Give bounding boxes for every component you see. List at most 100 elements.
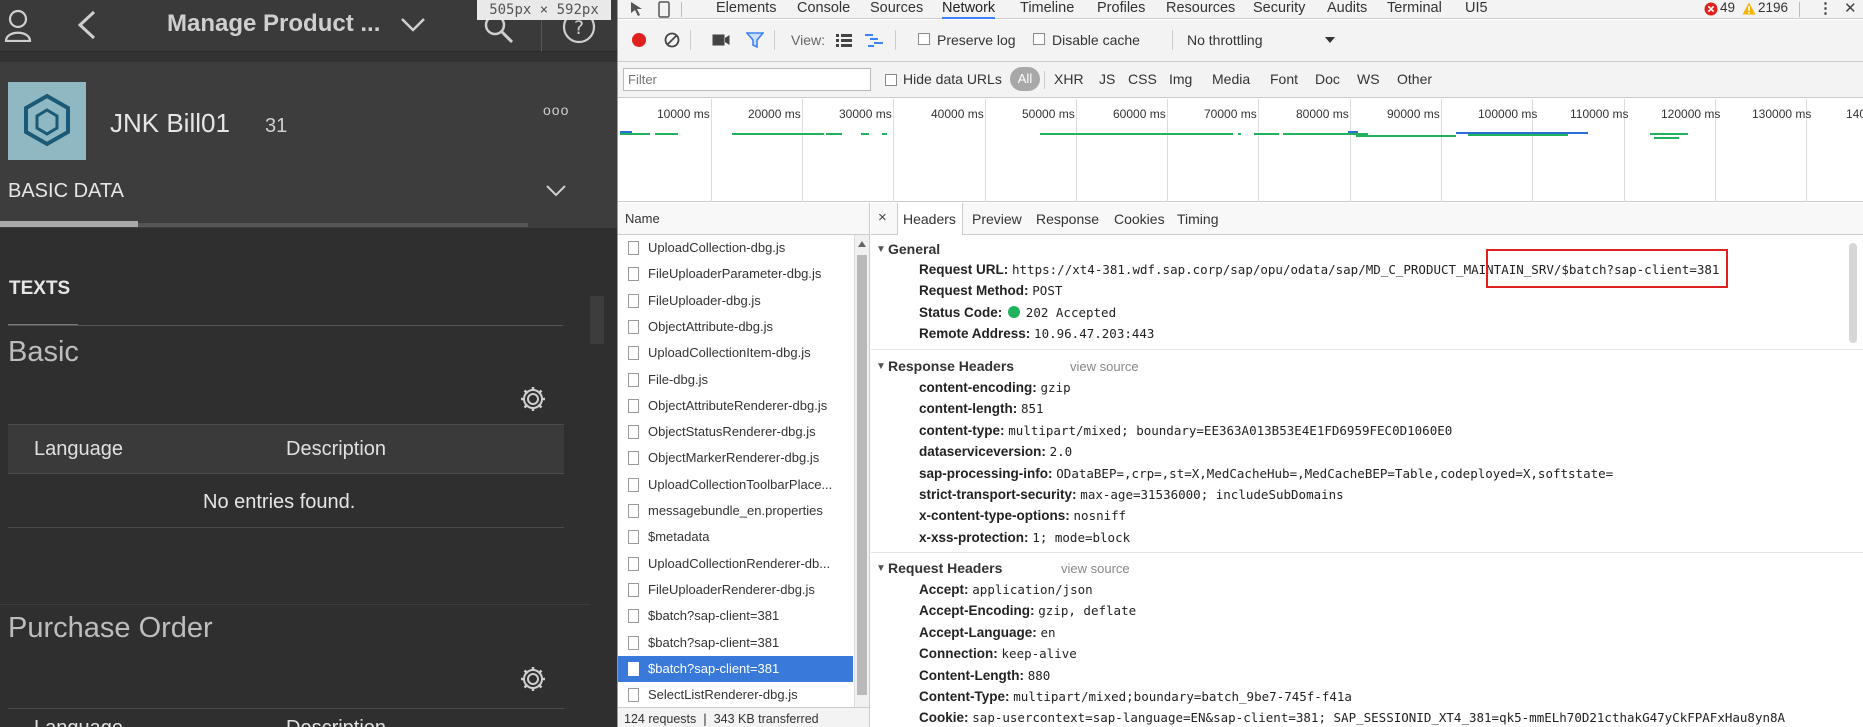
network-overview-timeline[interactable]: 10000 ms 20000 ms 30000 ms 40000 ms 5000… [618,99,1863,202]
request-row[interactable]: FileUploaderParameter-dbg.js [618,261,853,287]
filter-type-img[interactable]: Img [1169,71,1192,87]
request-row[interactable]: UploadCollectionRenderer-db... [618,551,853,577]
detail-scrollbar-thumb[interactable] [1849,243,1857,343]
filter-input[interactable] [623,68,871,91]
tab-resources[interactable]: Resources [1166,0,1235,19]
disable-cache-checkbox[interactable] [1033,33,1045,45]
scrollbar-thumb[interactable] [857,255,867,695]
chevron-down-icon[interactable] [546,185,566,197]
filter-type-all[interactable]: All [1010,67,1040,91]
tab-terminal[interactable]: Terminal [1387,0,1442,19]
large-rows-icon[interactable] [836,33,852,47]
scrollbar-thumb[interactable] [590,296,604,344]
file-icon [628,504,639,518]
request-row[interactable]: FileUploader-dbg.js [618,288,853,314]
section-tab-basic-data[interactable]: BASIC DATA [8,180,124,203]
clear-icon[interactable] [664,32,680,48]
detail-tab-cookies[interactable]: Cookies [1114,211,1165,227]
detail-tab-preview[interactable]: Preview [972,211,1022,227]
filter-type-media[interactable]: Media [1212,71,1250,87]
error-count[interactable]: 49 [1720,0,1735,15]
request-row[interactable]: $metadata [618,524,853,550]
close-icon[interactable]: ✕ [1844,0,1857,17]
filter-type-js[interactable]: JS [1099,71,1115,87]
timeline-tick: 70000 ms [1204,107,1257,121]
tab-console[interactable]: Console [797,0,850,19]
file-icon [628,319,639,334]
request-headers-title[interactable]: Request Headers [888,560,1002,576]
header-value: multipart/mixed; boundary=EE363A013B53E4… [1008,423,1453,438]
dropdown-arrow-icon[interactable] [1324,36,1336,44]
request-row[interactable]: messagebundle_en.properties [618,498,853,524]
request-row[interactable]: UploadCollectionToolbarPlace... [618,472,853,498]
tab-network[interactable]: Network [942,0,996,19]
scroll-up-icon[interactable] [858,241,866,247]
timeline-tick: 120000 ms [1661,107,1721,121]
waterfall-icon[interactable] [865,33,885,47]
response-headers-title[interactable]: Response Headers [888,358,1014,374]
chevron-down-icon[interactable] [400,17,426,33]
fiori-app: Manage Product ... ? 505px × 592px JNK B… [0,0,617,727]
filter-type-css[interactable]: CSS [1128,71,1157,87]
response-view-source-link[interactable]: view source [1070,359,1139,374]
more-icon[interactable]: ooo [543,102,569,118]
file-icon [628,530,639,545]
subsection-tab-texts[interactable]: TEXTS [9,278,70,300]
record-icon[interactable] [631,32,647,48]
filter-type-doc[interactable]: Doc [1315,71,1340,87]
warning-count[interactable]: 2196 [1758,0,1788,15]
header-value: en [1040,625,1056,640]
expand-triangle-icon[interactable]: ▼ [876,244,886,255]
request-row[interactable]: ObjectMarkerRenderer-dbg.js [618,445,853,471]
settings-icon[interactable] [520,666,546,692]
expand-triangle-icon[interactable]: ▼ [876,361,886,372]
capture-screenshots-icon[interactable] [712,33,730,47]
filter-type-xhr[interactable]: XHR [1054,71,1084,87]
request-row[interactable]: $batch?sap-client=381 [618,630,853,656]
tab-divider [1799,2,1800,17]
filter-type-other[interactable]: Other [1397,71,1432,87]
tab-profiles[interactable]: Profiles [1097,0,1145,19]
hide-data-urls-checkbox[interactable] [885,74,897,86]
filter-icon[interactable] [746,32,764,49]
detail-tab-headers[interactable]: Headers [903,211,956,227]
request-view-source-link[interactable]: view source [1061,561,1130,576]
request-row[interactable]: ObjectStatusRenderer-dbg.js [618,419,853,445]
tab-timeline[interactable]: Timeline [1020,0,1074,19]
preserve-log-checkbox[interactable] [918,33,930,45]
svg-text:?: ? [574,17,584,39]
more-options-icon[interactable]: ⋮ [1818,0,1833,17]
column-name[interactable]: Name [625,211,660,226]
column-description: Description [286,438,387,460]
tab-sources[interactable]: Sources [870,0,923,19]
request-row[interactable]: UploadCollectionItem-dbg.js [618,340,853,366]
tab-audits[interactable]: Audits [1327,0,1367,19]
request-row[interactable]: $batch?sap-client=381 [618,655,853,682]
tab-ui5[interactable]: UI5 [1465,0,1488,19]
close-detail-icon[interactable]: × [878,209,887,226]
request-row[interactable]: ObjectAttributeRenderer-dbg.js [618,393,853,419]
request-list-scrollbar[interactable] [854,235,869,707]
request-row[interactable]: $batch?sap-client=381 [618,603,853,629]
inspect-icon[interactable] [630,1,648,18]
settings-icon[interactable] [520,386,546,412]
request-row[interactable]: ObjectAttribute-dbg.js [618,314,853,340]
tab-elements[interactable]: Elements [716,0,776,19]
general-section-title[interactable]: General [888,241,940,257]
throttling-select[interactable]: No throttling [1171,32,1341,48]
expand-triangle-icon[interactable]: ▼ [876,563,886,574]
detail-tab-response[interactable]: Response [1036,211,1099,227]
request-row[interactable]: File-dbg.js [618,367,853,393]
request-row[interactable]: UploadCollection-dbg.js [618,235,853,261]
detail-tab-timing[interactable]: Timing [1177,211,1219,227]
request-bar [1223,133,1233,135]
user-icon[interactable] [4,8,32,42]
filter-type-font[interactable]: Font [1270,71,1298,87]
header-key: strict-transport-security: [919,487,1077,502]
tab-security[interactable]: Security [1253,0,1305,19]
device-mode-icon[interactable] [658,1,670,18]
back-icon[interactable] [76,10,98,40]
request-row[interactable]: FileUploaderRenderer-dbg.js [618,577,853,603]
request-row[interactable]: SelectListRenderer-dbg.js [618,682,853,707]
filter-type-ws[interactable]: WS [1357,71,1380,87]
